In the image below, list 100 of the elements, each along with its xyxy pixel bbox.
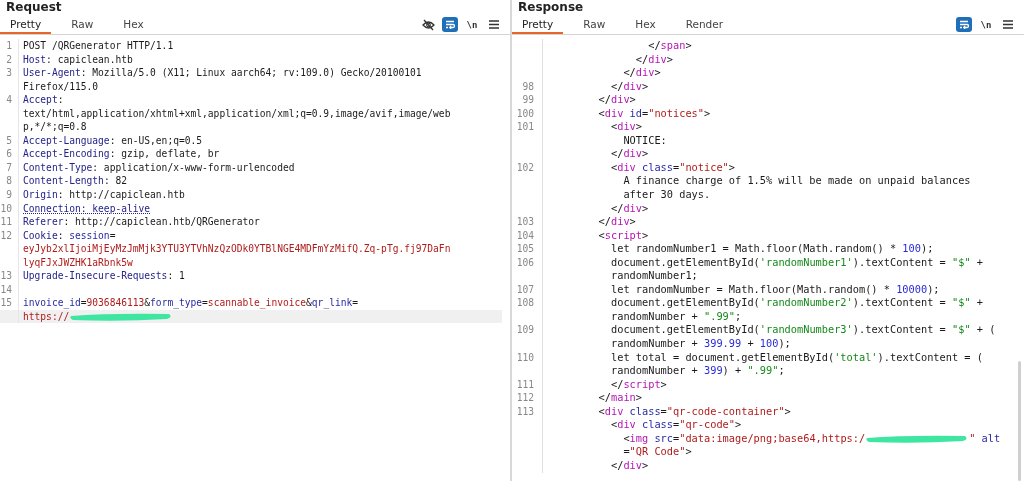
panel-title: Response [517,0,585,15]
wrap-toggle[interactable] [442,17,458,32]
tab[interactable]: Raw [61,15,104,34]
code-line: randomNumber + 399) + ".99"; [610,364,785,378]
line-number: 5 [6,134,12,146]
code-line: let randomNumber = Math.floor(Math.random() * 10000); [610,282,940,297]
code-line: after 30 days. [622,188,711,202]
line-number: 99 [522,94,534,106]
menu-icon[interactable] [1000,17,1016,32]
line-number: 6 [6,148,12,160]
line-number: 100 [516,107,534,119]
code-line: </div> [634,52,673,67]
line-number: 4 [6,94,12,106]
code-line: POST /QRGenerator HTTP/1.1 [23,39,174,53]
line-number: 110 [516,351,534,363]
code-line: </main> [597,391,642,405]
line-number: 11 [0,216,12,228]
code-line: randomNumber + ".99"; [610,309,742,324]
line-number: 10 [0,202,12,214]
code-line: A finance charge of 1.5% will be made on unpaid balances [622,174,971,188]
line-number: 108 [516,297,534,309]
code-line: User-Agent: Mozilla/5.0 (X11; Linux aarch64; rv:109.0) Gecko/20100101 [23,66,422,80]
code-line: Accept: [23,93,64,107]
line-number: 9 [6,189,12,200]
code-line: let randomNumber1 = Math.floor(Math.random() * 100); [610,242,934,256]
line-number: 113 [516,405,534,417]
code-line: Content-Length: 82 [23,174,127,188]
code-line: document.getElementById('randomNumber2').textContent = "$" + [610,296,983,310]
line-number: 14 [0,283,12,295]
code-line: </script> [610,377,667,392]
code-line: randomNumber + 399.99 + 100); [610,337,791,351]
panel-title: Request [5,0,63,15]
code-line: p,*/*;q=0.8 [23,120,87,134]
code-line: Origin: http://capiclean.htb [23,188,185,202]
code-line: </span> [647,39,692,53]
code-line: let total = document.getElementById('total').textContent = ( [610,350,983,365]
code-line: Accept-Language: en-US,en;q=0.5 [23,133,203,148]
code-line: invoice_id=9036846113&form_type=scannable_invoice&qr_link= [23,296,359,310]
line-number: 104 [516,229,534,241]
code-line: </div> [610,79,649,94]
line-number: 8 [6,175,12,187]
code-line: eyJyb2xlIjoiMjEyMzJmMjk3YTU3YTVhNzQzODk0YTBlNGE4MDFmYzMifQ.Zq-pTg.fj97DaFn [23,242,451,256]
line-number: 106 [516,256,534,268]
code-line: document.getElementById('randomNumber3').textContent = "$" + ( [610,323,996,338]
line-number: 2 [6,53,12,65]
code-line: <script> [597,228,649,243]
line-number: 3 [6,67,12,79]
line-number: 103 [516,216,534,228]
code-line: Upgrade-Insecure-Requests: 1 [23,269,185,283]
code-line: <div class="qr-code-container"> [597,404,791,419]
code-line: </div> [610,147,649,161]
code-line: https:// [23,309,70,324]
code-line: Firefox/115.0 [23,79,99,94]
line-number: 112 [516,392,534,404]
code-line: </div> [622,66,661,80]
code-line: Connection: keep-alive [23,201,151,216]
line-number: 1 [6,40,12,51]
tab[interactable]: Pretty [0,15,52,34]
code-line: </div> [597,215,636,229]
scrollbar[interactable] [1018,361,1021,481]
code-line: </div> [597,93,636,107]
code-line: </div> [610,201,649,216]
code-line: ="QR Code"> [622,445,692,459]
code-line: <div class="notice"> [610,160,736,175]
line-number: 7 [6,161,12,173]
code-line: " alt [969,431,1001,446]
tab[interactable]: Hex [625,15,666,34]
line-number: 109 [516,324,534,336]
code-line: Content-Type: application/x-www-form-urlencoded [23,160,295,175]
line-number: 15 [0,297,12,309]
line-number: 98 [522,80,534,92]
wrap-toggle[interactable] [956,17,972,32]
newline-toggle[interactable]: \n [978,17,994,32]
line-number: 101 [516,121,534,133]
line-number: 111 [516,378,534,390]
tab[interactable]: Hex [113,15,154,34]
code-line: document.getElementById('randomNumber1').textContent = "$" + [610,255,983,270]
code-line: Accept-Encoding: gzip, deflate, br [23,147,220,161]
code-line: <div> [610,120,642,134]
tab[interactable]: Pretty [512,15,564,34]
line-number: 12 [0,229,12,241]
code-line: <img src="data:image/png;base64,https:/ [622,431,866,446]
code-line: <div class="qr-code"> [610,418,742,432]
code-line: Cookie: session= [23,228,116,243]
line-number: 13 [0,270,12,282]
code-line: </div> [610,458,649,473]
tab[interactable]: Render [675,15,734,34]
code-line: lyqFJxJWZHK1aRbnk5w [23,255,133,270]
line-number: 102 [516,161,534,173]
code-line: Referer: http://capiclean.htb/QRGenerator [23,215,260,229]
hide-toggle[interactable] [420,17,436,32]
newline-toggle[interactable]: \n [464,17,480,32]
code-line: text/html,application/xhtml+xml,application/xml;q=0.9,image/avif,image/web [23,106,451,121]
code-line: randomNumber1; [610,269,698,283]
code-line: Host: capiclean.htb [23,52,133,67]
line-number: 105 [516,243,534,255]
tab[interactable]: Raw [573,15,616,34]
menu-icon[interactable] [486,17,502,32]
code-line: <div id="notices"> [597,106,711,121]
line-number: 107 [516,283,534,295]
